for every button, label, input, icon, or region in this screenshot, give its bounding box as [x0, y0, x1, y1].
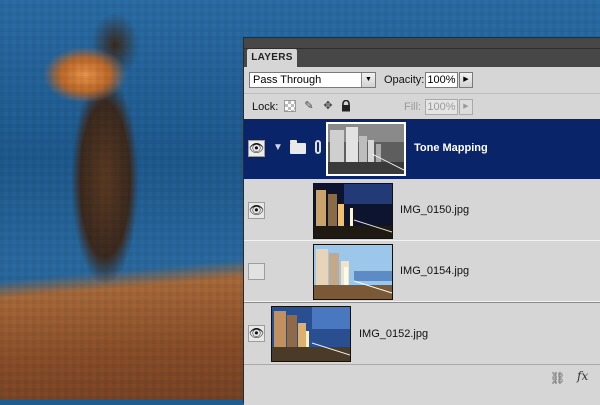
layer-row-img-0154[interactable]: IMG_0154.jpg — [244, 241, 600, 302]
tab-layers[interactable]: LAYERS — [247, 49, 297, 67]
eye-icon[interactable]: 👁 — [248, 325, 265, 342]
layer-mask-thumbnail[interactable] — [326, 122, 406, 176]
lock-image-pixels-icon[interactable]: ✎ — [303, 100, 315, 112]
lock-position-icon[interactable]: ✥ — [322, 100, 334, 112]
blend-mode-value: Pass Through — [253, 74, 322, 86]
layer-thumbnail — [313, 244, 393, 300]
lock-label: Lock: — [252, 101, 279, 113]
layers-panel: LAYERS Pass Through ▼ Opacity: 100% ▶ Lo… — [243, 37, 600, 405]
lock-transparent-pixels-icon[interactable] — [284, 100, 296, 112]
layer-thumbnail — [313, 183, 393, 239]
layer-name[interactable]: IMG_0150.jpg — [400, 204, 469, 216]
blend-mode-select[interactable]: Pass Through ▼ — [249, 72, 376, 88]
chain-icon[interactable] — [315, 140, 321, 154]
link-icon[interactable]: ⛓ — [550, 371, 565, 385]
fill-label: Fill: — [404, 101, 422, 113]
eye-icon[interactable]: 👁 — [248, 140, 265, 157]
fx-icon[interactable]: fx — [577, 369, 588, 383]
opacity-slider-arrow-icon[interactable]: ▶ — [459, 72, 473, 88]
blend-opacity-row: Pass Through ▼ Opacity: 100% ▶ — [244, 67, 600, 94]
panel-titlebar[interactable] — [244, 38, 600, 49]
layer-name[interactable]: IMG_0152.jpg — [359, 328, 428, 340]
lock-row: Lock: ✎ ✥ Fill: 100% ▶ — [244, 94, 600, 121]
triangle-down-icon[interactable]: ▼ — [273, 142, 283, 153]
opacity-label: Opacity: — [384, 74, 425, 86]
eye-icon[interactable]: 👁 — [248, 202, 265, 219]
fill-slider-arrow-icon[interactable]: ▶ — [459, 99, 473, 115]
layer-row-tone-mapping[interactable]: 👁 ▼ Tone Mapping — [244, 119, 600, 179]
visibility-toggle-empty[interactable] — [248, 263, 265, 280]
layer-row-img-0152[interactable]: 👁 IMG_0152.jpg — [244, 302, 600, 364]
layer-name[interactable]: Tone Mapping — [414, 142, 488, 154]
fill-input[interactable]: 100% — [425, 99, 458, 115]
layer-name[interactable]: IMG_0154.jpg — [400, 265, 469, 277]
panel-bottom-bar: ⛓ fx — [244, 364, 600, 405]
chevron-down-icon[interactable]: ▼ — [361, 73, 375, 87]
opacity-input[interactable]: 100% — [425, 72, 458, 88]
panel-tabbar: LAYERS — [244, 49, 600, 67]
lock-all-icon[interactable] — [340, 99, 352, 112]
layer-thumbnail — [271, 306, 351, 362]
layer-row-img-0150[interactable]: 👁 IMG_0150.jpg — [244, 180, 600, 241]
folder-icon — [290, 140, 306, 154]
